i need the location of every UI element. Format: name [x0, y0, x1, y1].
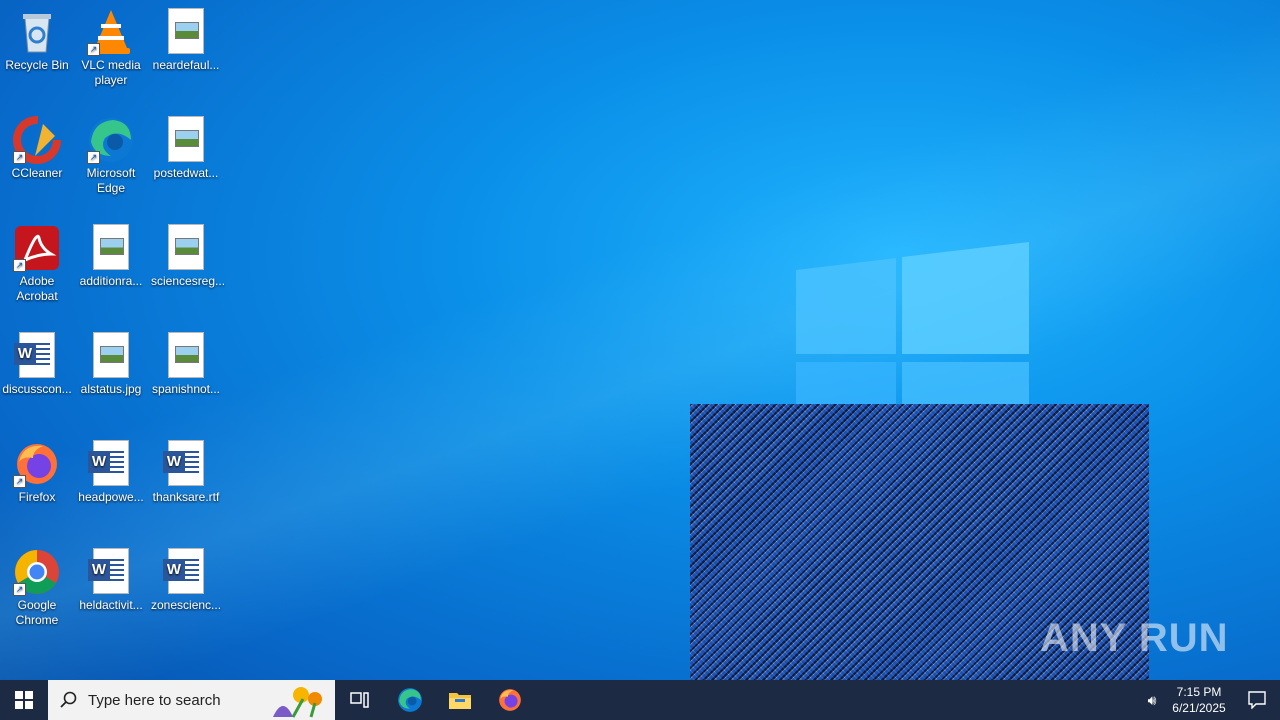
clock-time: 7:15 PM [1176, 685, 1222, 699]
start-button[interactable] [0, 680, 48, 720]
windows-wallpaper-logo [796, 242, 1029, 412]
desktop-icon-vlc[interactable]: ↗ VLC media player [74, 0, 148, 88]
glitched-screen-overlay [690, 404, 1149, 716]
chrome-icon: ↗ [13, 548, 61, 596]
system-tray: 🔊︎ 7:15 PM 6/21/2025 [1140, 680, 1280, 720]
desktop-icon-thanksare[interactable]: W thanksare.rtf [149, 432, 223, 505]
word-doc-icon: W [162, 548, 210, 596]
edge-icon: ↗ [87, 116, 135, 164]
desktop-icon-discusscon[interactable]: W discusscon... [0, 324, 74, 397]
shortcut-arrow-icon: ↗ [13, 151, 26, 164]
desktop-icon-google-chrome[interactable]: ↗ Google Chrome [0, 540, 74, 628]
word-doc-icon: W [87, 548, 135, 596]
desktop-icon-alstatus[interactable]: alstatus.jpg [74, 324, 148, 397]
edge-icon [398, 688, 422, 712]
desktop-icon-ccleaner[interactable]: ↗ CCleaner [0, 108, 74, 181]
desktop-icon-label: VLC media player [81, 58, 141, 87]
image-file-icon [162, 116, 210, 164]
volume-icon[interactable]: 🔊︎ [1140, 692, 1164, 709]
desktop-icon-spanishnot[interactable]: spanishnot... [149, 324, 223, 397]
desktop-icon-label: heldactivit... [79, 598, 143, 612]
desktop-icon-label: spanishnot... [151, 382, 221, 396]
desktop-icon-label: postedwat... [153, 166, 219, 180]
desktop-icon-label: thanksare.rtf [152, 490, 220, 504]
desktop-icon-firefox[interactable]: ↗ Firefox [0, 432, 74, 505]
windows-start-icon [15, 691, 33, 709]
desktop-icon-label: neardefaul... [152, 58, 220, 72]
search-placeholder: Type here to search [88, 691, 221, 709]
desktop-icon-headpowe[interactable]: W headpowe... [74, 432, 148, 505]
shortcut-arrow-icon: ↗ [13, 259, 26, 272]
taskbar-clock[interactable]: 7:15 PM 6/21/2025 [1164, 684, 1234, 716]
taskbar-edge-button[interactable] [385, 680, 435, 720]
image-file-icon [162, 332, 210, 380]
clock-date: 6/21/2025 [1172, 701, 1226, 715]
firefox-icon [499, 689, 521, 711]
task-view-icon [350, 692, 369, 708]
taskbar-search-box[interactable]: Type here to search [48, 680, 335, 720]
word-doc-icon: W [13, 332, 61, 380]
desktop-icon-label: headpowe... [78, 490, 144, 504]
desktop-icon-postedwat[interactable]: postedwat... [149, 108, 223, 181]
shortcut-arrow-icon: ↗ [87, 43, 100, 56]
taskbar-file-explorer-button[interactable] [435, 680, 485, 720]
shortcut-arrow-icon: ↗ [87, 151, 100, 164]
shortcut-arrow-icon: ↗ [13, 583, 26, 596]
image-file-icon [87, 332, 135, 380]
desktop-icon-label: Firefox [18, 490, 56, 504]
notification-icon [1248, 691, 1266, 709]
desktop-icon-label: alstatus.jpg [80, 382, 142, 396]
task-view-button[interactable] [335, 680, 385, 720]
desktop-icon-label: Recycle Bin [5, 58, 69, 72]
desktop-icon-sciencesreg[interactable]: sciencesreg... [149, 216, 226, 289]
recycle-bin-icon [13, 8, 61, 56]
file-explorer-icon [449, 693, 471, 709]
desktop-icon-additionra[interactable]: additionra... [74, 216, 148, 289]
word-doc-icon: W [162, 440, 210, 488]
shortcut-arrow-icon: ↗ [13, 475, 26, 488]
desktop-icon-label: sciencesreg... [151, 274, 226, 288]
acrobat-icon: ↗ [13, 224, 61, 272]
desktop-icon-zonescienc[interactable]: W zonescienc... [149, 540, 223, 613]
desktop-icon-heldactivit[interactable]: W heldactivit... [74, 540, 148, 613]
desktop-icon-label: discusscon... [2, 382, 72, 396]
search-highlight-flowers-icon [273, 687, 322, 718]
word-doc-icon: W [87, 440, 135, 488]
desktop-icon-label: CCleaner [11, 166, 63, 180]
anyrun-watermark: ANY RUN [1040, 616, 1229, 660]
action-center-button[interactable] [1234, 680, 1280, 720]
desktop-icon-label: additionra... [79, 274, 143, 288]
desktop-icon-neardefaul[interactable]: neardefaul... [149, 0, 223, 73]
desktop-icon-label: Microsoft Edge [86, 166, 136, 195]
desktop-icon-label: Google Chrome [15, 598, 59, 627]
taskbar-firefox-button[interactable] [485, 680, 535, 720]
image-file-icon [162, 8, 210, 56]
taskbar: Type here to search 🔊︎ 7:15 PM 6/21/2025 [0, 680, 1280, 720]
vlc-icon: ↗ [87, 8, 135, 56]
desktop-icon-adobe-acrobat[interactable]: ↗ Adobe Acrobat [0, 216, 74, 304]
firefox-icon: ↗ [13, 440, 61, 488]
search-icon [60, 691, 77, 708]
desktop-icon-microsoft-edge[interactable]: ↗ Microsoft Edge [74, 108, 148, 196]
image-file-icon [87, 224, 135, 272]
desktop-icon-recycle-bin[interactable]: Recycle Bin [0, 0, 74, 73]
image-file-icon [162, 224, 210, 272]
desktop-icon-label: zonescienc... [151, 598, 222, 612]
ccleaner-icon: ↗ [13, 116, 61, 164]
desktop-icon-label: Adobe Acrobat [16, 274, 58, 303]
